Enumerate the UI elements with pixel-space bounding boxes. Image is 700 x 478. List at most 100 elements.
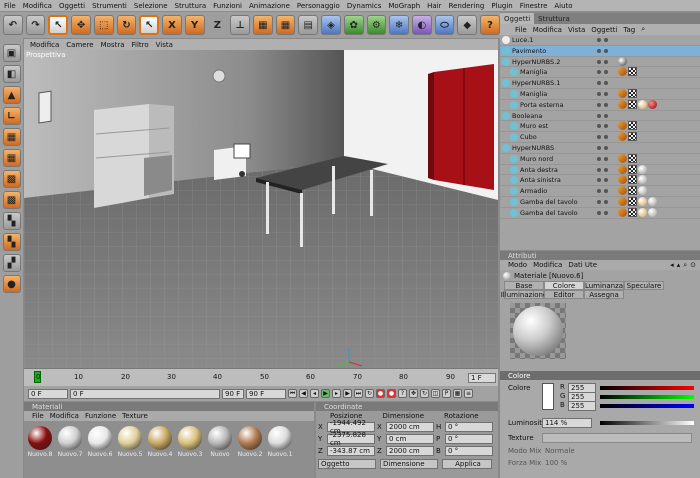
materials-menu-item[interactable]: Texture — [122, 412, 148, 420]
material-item[interactable]: Nuovo.1 — [266, 426, 294, 458]
phong-tag-icon[interactable] — [618, 175, 627, 185]
x-axis-icon[interactable]: X — [162, 15, 182, 35]
current-frame-slider[interactable]: 0 F — [70, 388, 220, 399]
menu-item[interactable]: Selezione — [134, 2, 168, 10]
key-scale-icon[interactable]: ◫ — [431, 389, 440, 398]
visibility-dots[interactable] — [597, 81, 611, 86]
up-icon[interactable]: ▴ — [677, 261, 681, 270]
object-row[interactable]: Cubo — [500, 132, 700, 143]
scale-icon[interactable]: ⬚ — [93, 15, 114, 35]
current-frame-field[interactable]: 1 F — [468, 373, 496, 383]
render-visibility-icon[interactable] — [604, 38, 608, 42]
prev-frame-icon[interactable]: ◂ — [310, 389, 319, 398]
menu-item[interactable]: Plugin — [491, 2, 512, 10]
uvw-tag-icon[interactable] — [628, 132, 637, 142]
attr-tab[interactable]: Base — [504, 281, 544, 290]
visibility-dots[interactable] — [597, 135, 611, 140]
viewport-menu-item[interactable]: Camere — [66, 41, 93, 49]
object-row[interactable]: HyperNURBS — [500, 143, 700, 154]
render-visibility-icon[interactable] — [604, 59, 608, 64]
coord-size-mode-select[interactable]: Dimensione — [380, 459, 438, 469]
model-mode-icon[interactable]: ▣ — [2, 44, 21, 62]
object-row[interactable]: Pavimento — [500, 45, 700, 57]
menu-item[interactable]: Rendering — [449, 2, 485, 10]
deformer-icon[interactable]: ❄ — [389, 15, 409, 35]
key-select-icon[interactable]: ? — [398, 389, 407, 398]
uvw-tag-icon[interactable] — [628, 88, 637, 98]
material-item[interactable]: Nuovo.6 — [86, 426, 114, 458]
phong-tag-icon[interactable] — [618, 132, 627, 142]
perspective-viewport[interactable]: Prospettiva — [24, 50, 498, 368]
points-mode-icon[interactable]: ∟ — [2, 107, 21, 125]
phong-tag-icon[interactable] — [618, 186, 627, 196]
cube-icon[interactable]: ◈ — [321, 15, 341, 35]
menu-item[interactable]: MoGraph — [388, 2, 420, 10]
undo-icon[interactable]: ↶ — [3, 15, 23, 35]
axis-mode-icon[interactable]: ▲ — [2, 86, 21, 104]
material-tag-icon[interactable] — [638, 175, 647, 185]
loop-icon[interactable]: ↻ — [365, 389, 374, 398]
viewport-menu-item[interactable]: Mostra — [101, 41, 125, 49]
material-tag-icon[interactable] — [648, 207, 657, 217]
material-item[interactable]: Nuovo.4 — [146, 426, 174, 458]
next-key-icon[interactable]: ▶ — [343, 389, 352, 398]
menu-item[interactable]: Dynamics — [347, 2, 382, 10]
render-visibility-icon[interactable] — [604, 91, 608, 96]
array-icon[interactable]: ⚙ — [366, 15, 387, 35]
menu-item[interactable]: Animazione — [249, 2, 290, 10]
help-icon[interactable]: ? — [480, 15, 500, 35]
redo-icon[interactable]: ↷ — [25, 15, 46, 35]
layout-icon[interactable]: ▞ — [2, 254, 21, 272]
texture-mode-icon[interactable]: ▩ — [2, 170, 21, 188]
object-row[interactable]: Booleana — [500, 111, 700, 122]
render-visibility-icon[interactable] — [604, 102, 608, 107]
attr-tab[interactable]: Colore — [544, 281, 584, 290]
render-visibility-icon[interactable] — [604, 135, 608, 140]
tab-objects[interactable]: Oggetti — [500, 13, 535, 24]
viewport-menu-item[interactable]: Filtro — [132, 41, 149, 49]
light-icon[interactable]: ⬭ — [434, 15, 455, 35]
material-item[interactable]: Nuovo.7 — [56, 426, 84, 458]
menu-item[interactable]: Aiuto — [554, 2, 572, 10]
timeline[interactable]: 0 10 20 30 40 50 60 70 80 90 1 F — [24, 368, 498, 386]
visibility-dots[interactable] — [597, 38, 611, 43]
object-row[interactable]: Luce.1 — [500, 35, 700, 46]
material-tag-icon[interactable] — [618, 56, 627, 66]
editor-visibility-icon[interactable] — [597, 145, 601, 150]
menu-item[interactable]: Finestre — [520, 2, 548, 10]
editor-visibility-icon[interactable] — [597, 189, 601, 194]
key-grid-icon[interactable]: ▦ — [453, 389, 462, 398]
channel-field[interactable]: 255 — [568, 401, 596, 411]
tab-structure[interactable]: Struttura — [534, 13, 574, 24]
size-field[interactable]: 2000 cm — [386, 422, 434, 432]
object-row[interactable]: Muro est — [500, 121, 700, 133]
render-visibility-icon[interactable] — [604, 156, 608, 161]
uvw-tag-icon[interactable] — [628, 153, 637, 163]
render-visibility-icon[interactable] — [604, 113, 608, 118]
phong-tag-icon[interactable] — [618, 153, 627, 163]
render-visibility-icon[interactable] — [604, 189, 608, 194]
position-field[interactable]: -2375.828 cm — [327, 431, 375, 447]
visibility-dots[interactable] — [597, 178, 611, 183]
select-icon[interactable]: ↖ — [139, 15, 160, 35]
material-tag-icon[interactable] — [638, 196, 647, 206]
key-move-icon[interactable]: ✥ — [409, 389, 418, 398]
channel-slider[interactable] — [600, 404, 694, 408]
key-menu-icon[interactable]: ≡ — [464, 389, 473, 398]
editor-visibility-icon[interactable] — [597, 102, 601, 107]
render-picture-viewer-icon[interactable]: ▦ — [275, 15, 296, 35]
object-row[interactable]: HyperNURBS.2 — [500, 56, 700, 68]
material-tag-icon[interactable] — [648, 196, 657, 206]
phong-tag-icon[interactable] — [618, 99, 627, 109]
editor-visibility-icon[interactable] — [597, 81, 601, 86]
objects-menu-item[interactable]: Tag — [623, 26, 635, 34]
object-row[interactable]: Porta esterna — [500, 99, 700, 111]
editor-visibility-icon[interactable] — [597, 210, 601, 215]
visibility-dots[interactable] — [597, 113, 611, 119]
visibility-dots[interactable] — [597, 48, 611, 54]
object-row[interactable]: Maniglia — [500, 88, 700, 100]
menu-item[interactable]: Hair — [427, 2, 441, 10]
material-item[interactable]: Nuovo.5 — [116, 426, 144, 458]
viewport-menu-item[interactable]: Modifica — [30, 41, 59, 49]
editor-visibility-icon[interactable] — [597, 59, 601, 64]
